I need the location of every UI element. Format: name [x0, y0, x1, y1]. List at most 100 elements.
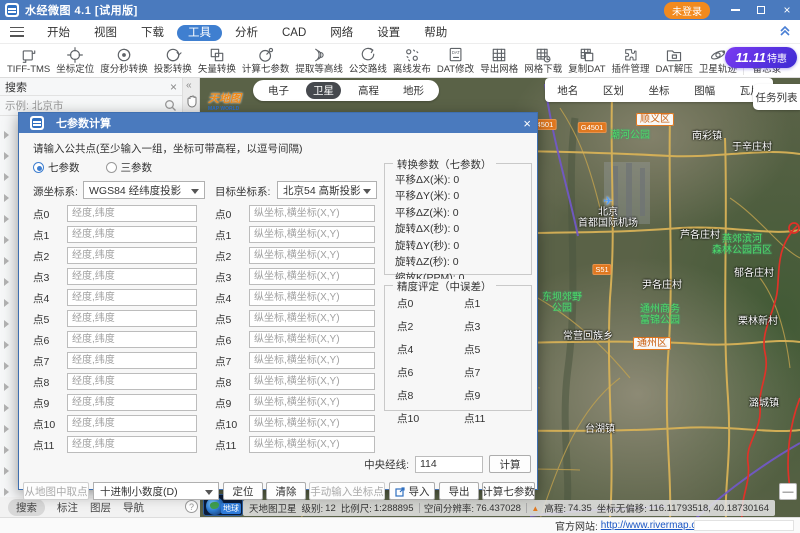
tree-expander-icon[interactable] [4, 467, 9, 475]
official-site-link[interactable]: http://www.rivermap.cn [601, 520, 702, 531]
tree-expander-icon[interactable] [4, 320, 9, 328]
radio-三参数[interactable]: 三参数 [106, 160, 153, 175]
toolbar-button-计算七参数[interactable]: 计算七参数 [239, 45, 293, 75]
point-xy-input-5[interactable] [249, 310, 375, 327]
tree-expander-icon[interactable] [4, 152, 9, 160]
search-input[interactable] [5, 100, 164, 112]
coordinate-format-select[interactable]: 十进制小数度(D) [93, 482, 219, 500]
toolbar-button-度分秒转换[interactable]: 度分秒转换 [97, 45, 151, 75]
toolbar-button-坐标定位[interactable]: 坐标定位 [53, 45, 97, 75]
toolbar-button-网格下载[interactable]: 网格下载 [521, 45, 565, 75]
source-crs-select[interactable]: WGS84 经纬度投影 [83, 181, 205, 199]
tree-expander-icon[interactable] [4, 404, 9, 412]
tree-expander-icon[interactable] [4, 488, 9, 496]
point-lonlat-input-6[interactable] [67, 331, 197, 348]
overlay-toggle-区划[interactable]: 区划 [603, 83, 624, 98]
target-crs-select[interactable]: 北京54 高斯投影 [277, 181, 377, 199]
point-xy-input-9[interactable] [249, 394, 375, 411]
tree-expander-icon[interactable] [4, 173, 9, 181]
tree-expander-icon[interactable] [4, 215, 9, 223]
point-xy-input-3[interactable] [249, 268, 375, 285]
calculate-button[interactable]: 计算 [489, 455, 531, 473]
toolbar-button-插件管理[interactable]: 插件管理 [609, 45, 653, 75]
tree-expander-icon[interactable] [4, 341, 9, 349]
tree-expander-icon[interactable] [4, 425, 9, 433]
locate-button[interactable]: 定位 [223, 482, 263, 500]
close-button[interactable]: × [774, 0, 800, 20]
export-button[interactable]: 导出 [439, 482, 479, 500]
tree-expander-icon[interactable] [4, 362, 9, 370]
menu-item-分析[interactable]: 分析 [224, 25, 269, 41]
point-xy-input-0[interactable] [249, 205, 375, 222]
pick-from-map-button[interactable]: 从地图中取点 [23, 482, 89, 500]
point-lonlat-input-11[interactable] [67, 436, 197, 453]
point-xy-input-4[interactable] [249, 289, 375, 306]
point-xy-input-7[interactable] [249, 352, 375, 369]
maximize-button[interactable] [748, 0, 774, 20]
map-type-tab-高程[interactable]: 高程 [351, 82, 386, 99]
point-xy-input-2[interactable] [249, 247, 375, 264]
point-lonlat-input-7[interactable] [67, 352, 197, 369]
central-meridian-input[interactable] [415, 456, 483, 473]
toolbar-button-公交路线[interactable]: 公交路线 [346, 45, 390, 75]
point-lonlat-input-8[interactable] [67, 373, 197, 390]
menu-item-下载[interactable]: 下载 [130, 25, 175, 41]
tree-expander-icon[interactable] [4, 236, 9, 244]
point-xy-input-6[interactable] [249, 331, 375, 348]
tree-expander-icon[interactable] [4, 194, 9, 202]
point-lonlat-input-4[interactable] [67, 289, 197, 306]
toolbar-button-DAT解压[interactable]: DAT解压 [653, 45, 696, 75]
toolbar-button-矢量转换[interactable]: 矢量转换 [195, 45, 239, 75]
login-status-badge[interactable]: 未登录 [664, 2, 710, 19]
toolbar-button-提取等高线[interactable]: 提取等高线 [292, 45, 346, 75]
clear-button[interactable]: 清除 [266, 482, 306, 500]
toolbar-button-TIFF-TMS[interactable]: TIFF-TMS [4, 45, 53, 75]
point-lonlat-input-9[interactable] [67, 394, 197, 411]
manual-input-button[interactable]: 手动输入坐标点 [309, 482, 385, 500]
promo-badge[interactable]: 11.11 特惠 [725, 47, 797, 68]
overlay-toggle-图幅[interactable]: 图幅 [694, 83, 715, 98]
point-xy-input-10[interactable] [249, 415, 375, 432]
toolbar-button-离线发布[interactable]: 离线发布 [390, 45, 434, 75]
dialog-close-icon[interactable]: × [523, 116, 531, 131]
hamburger-menu-icon[interactable] [10, 27, 24, 37]
point-xy-input-1[interactable] [249, 226, 375, 243]
map-type-tab-卫星[interactable]: 卫星 [306, 82, 341, 99]
zoom-out-button[interactable]: — [779, 483, 797, 500]
menu-item-视图[interactable]: 视图 [83, 25, 128, 41]
menu-item-设置[interactable]: 设置 [366, 25, 411, 41]
overlay-toggle-坐标[interactable]: 坐标 [648, 83, 669, 98]
toolbar-button-DAT修改[interactable]: DATDAT修改 [434, 45, 477, 75]
overlay-toggle-地名[interactable]: 地名 [557, 83, 578, 98]
ribbon-collapse-icon[interactable] [778, 24, 792, 38]
menu-item-开始[interactable]: 开始 [36, 25, 81, 41]
radio-七参数[interactable]: 七参数 [33, 160, 80, 175]
point-lonlat-input-3[interactable] [67, 268, 197, 285]
toolbar-button-导出网格[interactable]: 导出网格 [477, 45, 521, 75]
task-list-button[interactable]: 任务列表 [753, 84, 800, 110]
menu-item-工具[interactable]: 工具 [177, 25, 222, 41]
map-type-tab-地形[interactable]: 地形 [396, 82, 431, 99]
search-panel-close-icon[interactable]: × [170, 80, 177, 94]
collapse-panel-icon[interactable]: « [186, 80, 192, 91]
point-xy-input-8[interactable] [249, 373, 375, 390]
dialog-title-bar[interactable]: 七参数计算 × [19, 113, 537, 133]
search-icon[interactable] [164, 99, 177, 112]
toolbar-button-投影转换[interactable]: 投影转换 [151, 45, 195, 75]
import-button[interactable]: 导入 [389, 482, 435, 500]
menu-item-帮助[interactable]: 帮助 [413, 25, 458, 41]
point-lonlat-input-2[interactable] [67, 247, 197, 264]
minimize-button[interactable] [722, 0, 748, 20]
tree-expander-icon[interactable] [4, 299, 9, 307]
tree-expander-icon[interactable] [4, 446, 9, 454]
point-xy-input-11[interactable] [249, 436, 375, 453]
tree-expander-icon[interactable] [4, 383, 9, 391]
point-lonlat-input-1[interactable] [67, 226, 197, 243]
toolbar-button-复制DAT[interactable]: 复制DAT [565, 45, 608, 75]
point-lonlat-input-0[interactable] [67, 205, 197, 222]
menu-item-CAD[interactable]: CAD [271, 25, 317, 41]
tree-expander-icon[interactable] [4, 257, 9, 265]
menu-item-网络[interactable]: 网络 [319, 25, 364, 41]
map-type-tab-电子[interactable]: 电子 [261, 82, 296, 99]
calc-seven-params-button[interactable]: 计算七参数 [482, 482, 535, 500]
